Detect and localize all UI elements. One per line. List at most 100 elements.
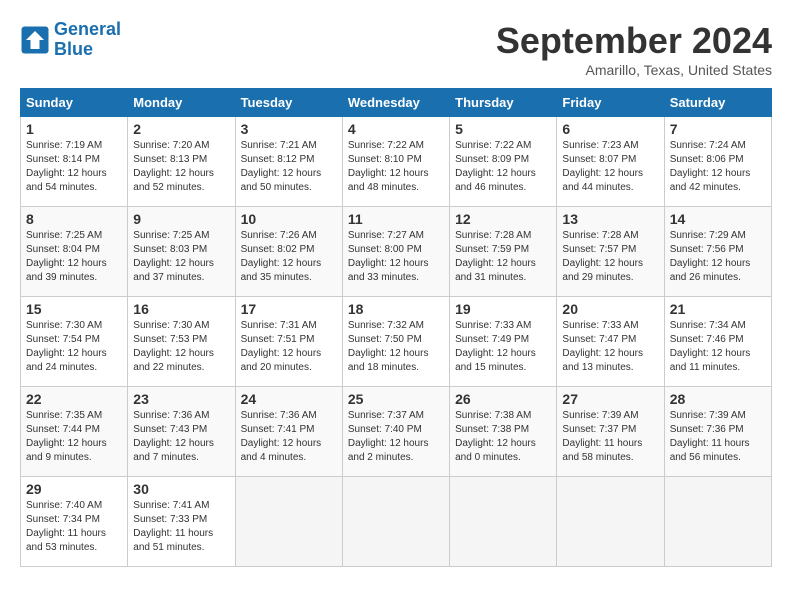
calendar-day-cell	[342, 477, 449, 567]
logo-text: General Blue	[54, 20, 121, 60]
day-number: 12	[455, 211, 551, 227]
day-number: 14	[670, 211, 766, 227]
day-number: 6	[562, 121, 658, 137]
day-number: 15	[26, 301, 122, 317]
day-number: 9	[133, 211, 229, 227]
day-number: 20	[562, 301, 658, 317]
day-info: Sunrise: 7:21 AM Sunset: 8:12 PM Dayligh…	[241, 139, 337, 195]
day-number: 25	[348, 391, 444, 407]
day-number: 8	[26, 211, 122, 227]
calendar-day-cell: 22 Sunrise: 7:35 AM Sunset: 7:44 PM Dayl…	[21, 387, 128, 477]
calendar-day-cell: 13 Sunrise: 7:28 AM Sunset: 7:57 PM Dayl…	[557, 207, 664, 297]
calendar-day-cell	[557, 477, 664, 567]
weekday-header: Friday	[557, 89, 664, 117]
day-info: Sunrise: 7:25 AM Sunset: 8:03 PM Dayligh…	[133, 229, 229, 285]
weekday-header: Wednesday	[342, 89, 449, 117]
day-info: Sunrise: 7:35 AM Sunset: 7:44 PM Dayligh…	[26, 409, 122, 465]
calendar-day-cell: 23 Sunrise: 7:36 AM Sunset: 7:43 PM Dayl…	[128, 387, 235, 477]
day-number: 7	[670, 121, 766, 137]
weekday-header: Thursday	[450, 89, 557, 117]
day-number: 3	[241, 121, 337, 137]
day-number: 17	[241, 301, 337, 317]
calendar-day-cell: 25 Sunrise: 7:37 AM Sunset: 7:40 PM Dayl…	[342, 387, 449, 477]
day-number: 22	[26, 391, 122, 407]
calendar-week-row: 8 Sunrise: 7:25 AM Sunset: 8:04 PM Dayli…	[21, 207, 772, 297]
day-info: Sunrise: 7:20 AM Sunset: 8:13 PM Dayligh…	[133, 139, 229, 195]
calendar-day-cell: 14 Sunrise: 7:29 AM Sunset: 7:56 PM Dayl…	[664, 207, 771, 297]
title-block: September 2024 Amarillo, Texas, United S…	[496, 20, 772, 78]
calendar-day-cell	[235, 477, 342, 567]
day-info: Sunrise: 7:32 AM Sunset: 7:50 PM Dayligh…	[348, 319, 444, 375]
month-title: September 2024	[496, 20, 772, 62]
day-info: Sunrise: 7:27 AM Sunset: 8:00 PM Dayligh…	[348, 229, 444, 285]
day-info: Sunrise: 7:30 AM Sunset: 7:53 PM Dayligh…	[133, 319, 229, 375]
calendar-day-cell: 8 Sunrise: 7:25 AM Sunset: 8:04 PM Dayli…	[21, 207, 128, 297]
day-info: Sunrise: 7:38 AM Sunset: 7:38 PM Dayligh…	[455, 409, 551, 465]
day-number: 29	[26, 481, 122, 497]
day-info: Sunrise: 7:22 AM Sunset: 8:09 PM Dayligh…	[455, 139, 551, 195]
calendar-day-cell: 17 Sunrise: 7:31 AM Sunset: 7:51 PM Dayl…	[235, 297, 342, 387]
calendar-week-row: 15 Sunrise: 7:30 AM Sunset: 7:54 PM Dayl…	[21, 297, 772, 387]
day-number: 27	[562, 391, 658, 407]
calendar-day-cell: 6 Sunrise: 7:23 AM Sunset: 8:07 PM Dayli…	[557, 117, 664, 207]
calendar-day-cell: 1 Sunrise: 7:19 AM Sunset: 8:14 PM Dayli…	[21, 117, 128, 207]
day-info: Sunrise: 7:37 AM Sunset: 7:40 PM Dayligh…	[348, 409, 444, 465]
day-info: Sunrise: 7:23 AM Sunset: 8:07 PM Dayligh…	[562, 139, 658, 195]
calendar-day-cell: 5 Sunrise: 7:22 AM Sunset: 8:09 PM Dayli…	[450, 117, 557, 207]
day-info: Sunrise: 7:39 AM Sunset: 7:37 PM Dayligh…	[562, 409, 658, 465]
day-number: 4	[348, 121, 444, 137]
calendar-day-cell: 18 Sunrise: 7:32 AM Sunset: 7:50 PM Dayl…	[342, 297, 449, 387]
day-info: Sunrise: 7:36 AM Sunset: 7:41 PM Dayligh…	[241, 409, 337, 465]
weekday-header: Sunday	[21, 89, 128, 117]
day-info: Sunrise: 7:25 AM Sunset: 8:04 PM Dayligh…	[26, 229, 122, 285]
day-number: 30	[133, 481, 229, 497]
calendar-day-cell: 21 Sunrise: 7:34 AM Sunset: 7:46 PM Dayl…	[664, 297, 771, 387]
day-info: Sunrise: 7:19 AM Sunset: 8:14 PM Dayligh…	[26, 139, 122, 195]
day-info: Sunrise: 7:24 AM Sunset: 8:06 PM Dayligh…	[670, 139, 766, 195]
calendar-day-cell: 11 Sunrise: 7:27 AM Sunset: 8:00 PM Dayl…	[342, 207, 449, 297]
calendar-day-cell: 2 Sunrise: 7:20 AM Sunset: 8:13 PM Dayli…	[128, 117, 235, 207]
calendar-week-row: 29 Sunrise: 7:40 AM Sunset: 7:34 PM Dayl…	[21, 477, 772, 567]
day-info: Sunrise: 7:26 AM Sunset: 8:02 PM Dayligh…	[241, 229, 337, 285]
day-number: 26	[455, 391, 551, 407]
calendar-day-cell: 15 Sunrise: 7:30 AM Sunset: 7:54 PM Dayl…	[21, 297, 128, 387]
day-number: 23	[133, 391, 229, 407]
calendar-day-cell	[450, 477, 557, 567]
day-number: 21	[670, 301, 766, 317]
calendar-day-cell: 12 Sunrise: 7:28 AM Sunset: 7:59 PM Dayl…	[450, 207, 557, 297]
weekday-header: Monday	[128, 89, 235, 117]
day-number: 10	[241, 211, 337, 227]
day-info: Sunrise: 7:39 AM Sunset: 7:36 PM Dayligh…	[670, 409, 766, 465]
calendar-day-cell: 24 Sunrise: 7:36 AM Sunset: 7:41 PM Dayl…	[235, 387, 342, 477]
page-header: General Blue September 2024 Amarillo, Te…	[20, 20, 772, 78]
day-number: 28	[670, 391, 766, 407]
calendar-week-row: 22 Sunrise: 7:35 AM Sunset: 7:44 PM Dayl…	[21, 387, 772, 477]
calendar-week-row: 1 Sunrise: 7:19 AM Sunset: 8:14 PM Dayli…	[21, 117, 772, 207]
calendar-day-cell: 26 Sunrise: 7:38 AM Sunset: 7:38 PM Dayl…	[450, 387, 557, 477]
calendar-day-cell: 29 Sunrise: 7:40 AM Sunset: 7:34 PM Dayl…	[21, 477, 128, 567]
day-info: Sunrise: 7:36 AM Sunset: 7:43 PM Dayligh…	[133, 409, 229, 465]
day-info: Sunrise: 7:31 AM Sunset: 7:51 PM Dayligh…	[241, 319, 337, 375]
day-info: Sunrise: 7:28 AM Sunset: 7:57 PM Dayligh…	[562, 229, 658, 285]
day-number: 5	[455, 121, 551, 137]
day-number: 24	[241, 391, 337, 407]
day-number: 2	[133, 121, 229, 137]
calendar-day-cell: 16 Sunrise: 7:30 AM Sunset: 7:53 PM Dayl…	[128, 297, 235, 387]
calendar-day-cell: 3 Sunrise: 7:21 AM Sunset: 8:12 PM Dayli…	[235, 117, 342, 207]
calendar-day-cell: 10 Sunrise: 7:26 AM Sunset: 8:02 PM Dayl…	[235, 207, 342, 297]
day-number: 1	[26, 121, 122, 137]
day-info: Sunrise: 7:29 AM Sunset: 7:56 PM Dayligh…	[670, 229, 766, 285]
day-info: Sunrise: 7:22 AM Sunset: 8:10 PM Dayligh…	[348, 139, 444, 195]
day-number: 18	[348, 301, 444, 317]
logo-icon	[20, 25, 50, 55]
day-info: Sunrise: 7:41 AM Sunset: 7:33 PM Dayligh…	[133, 499, 229, 555]
location: Amarillo, Texas, United States	[496, 62, 772, 78]
calendar-day-cell: 4 Sunrise: 7:22 AM Sunset: 8:10 PM Dayli…	[342, 117, 449, 207]
day-info: Sunrise: 7:40 AM Sunset: 7:34 PM Dayligh…	[26, 499, 122, 555]
day-number: 13	[562, 211, 658, 227]
weekday-header: Tuesday	[235, 89, 342, 117]
day-number: 19	[455, 301, 551, 317]
calendar-day-cell: 28 Sunrise: 7:39 AM Sunset: 7:36 PM Dayl…	[664, 387, 771, 477]
calendar-day-cell	[664, 477, 771, 567]
calendar-day-cell: 19 Sunrise: 7:33 AM Sunset: 7:49 PM Dayl…	[450, 297, 557, 387]
